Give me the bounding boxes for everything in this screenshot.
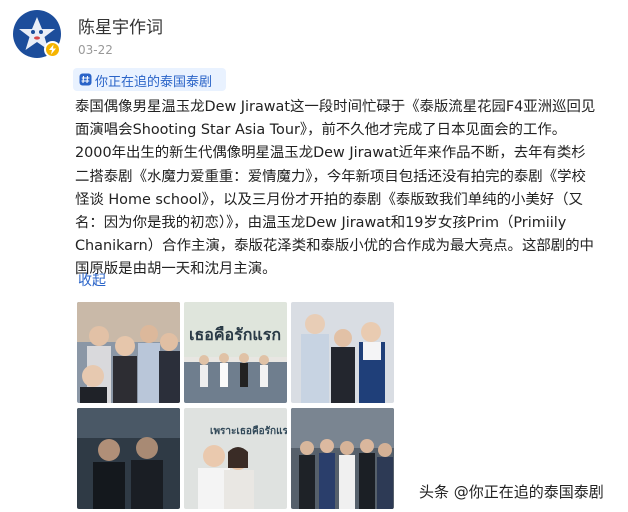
collapse-link[interactable]: 收起 [78, 270, 106, 290]
post-line: 二搭泰剧《水魔力爱重重：爱情魔力》，今年新项目包括还没有拍完的泰剧《学校 [75, 168, 586, 185]
photo-1[interactable] [77, 302, 180, 403]
verified-lightning-icon [49, 44, 56, 55]
watermark: 头条 @你正在追的泰国泰剧 [419, 483, 604, 501]
photo-6[interactable] [291, 408, 394, 509]
author-name[interactable]: 陈星宇作词 [78, 13, 163, 38]
post-line: 名：因为你是我的初恋）》，由温玉龙Dew Jirawat和19岁女孩Prim（P… [75, 214, 567, 231]
photo-5[interactable]: เพราะเธอคือรักแรก [184, 408, 287, 509]
post-line: 怪谈 Home school》，以及三月份才开拍的泰剧《泰版致我们单纯的小美好（… [75, 191, 583, 208]
photo-2[interactable]: เธอคือรักแรก [184, 302, 287, 403]
photo-4[interactable] [77, 408, 180, 509]
photo-3[interactable] [291, 302, 394, 403]
photo-5-title: เพราะเธอคือรักแรก [210, 425, 287, 437]
topic-label: 你正在追的泰国泰剧 [95, 75, 213, 90]
topic-hash-icon [79, 73, 92, 86]
post-date: 03-22 [78, 43, 113, 57]
photo-2-title: เธอคือรักแรก [189, 325, 281, 344]
post-line: 面演唱会Shooting Star Asia Tour》，前不久他才完成了日本见… [75, 122, 567, 139]
topic-tag[interactable]: 你正在追的泰国泰剧 [73, 68, 226, 91]
post-body: 泰国偶像男星温玉龙Dew Jirawat这一段时间忙碌于《泰版流星花园F4亚洲巡… [75, 96, 620, 282]
verified-badge [44, 41, 61, 58]
post-line: 2000年出生的新生代偶像明星温玉龙Dew Jirawat近年来作品不断，去年有… [75, 145, 586, 162]
post-line: 国原版是由胡一天和沈月主演。 [75, 261, 277, 278]
post-line: 泰国偶像男星温玉龙Dew Jirawat这一段时间忙碌于《泰版流星花园F4亚洲巡… [75, 99, 596, 115]
post-line: Chanikarn）合作主演，泰版花泽类和泰版小优的合作成为最大亮点。这部剧的中 [75, 238, 594, 255]
